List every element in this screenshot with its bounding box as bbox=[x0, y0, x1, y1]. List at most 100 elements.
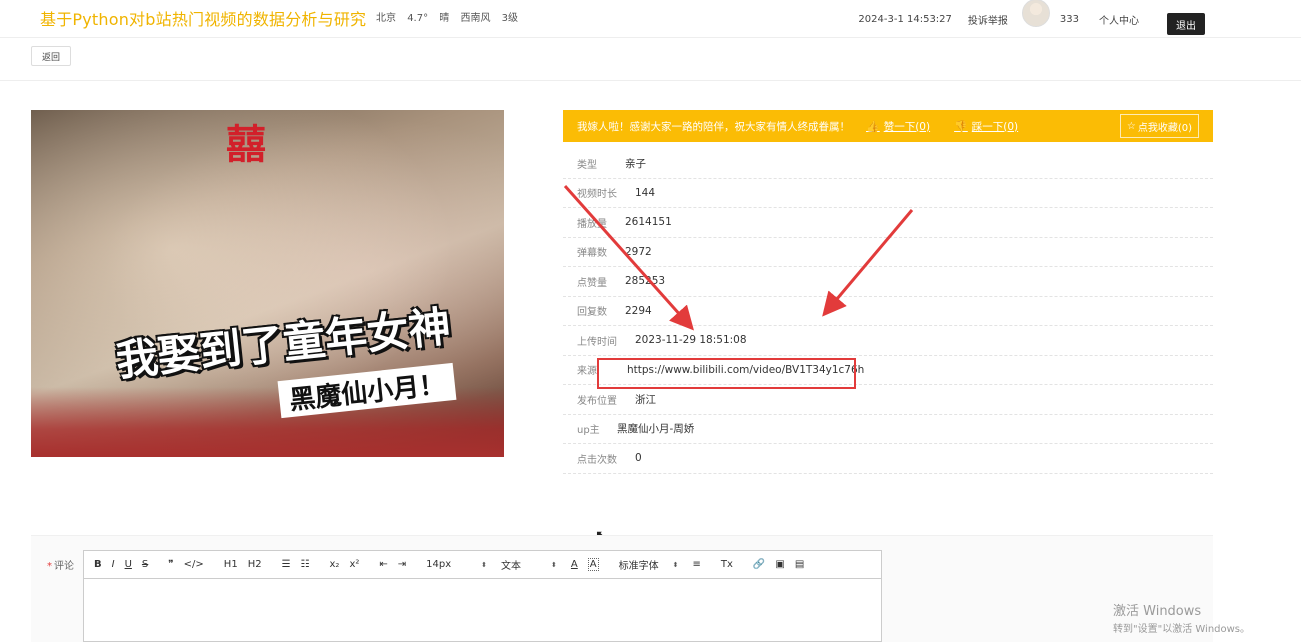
ordered-list-icon[interactable]: ☰ bbox=[282, 559, 291, 570]
detail-value: 2614151 bbox=[625, 216, 672, 229]
divider bbox=[0, 80, 1301, 81]
detail-value: 黑魔仙小月-周娇 bbox=[617, 423, 695, 436]
weather-city: 北京 bbox=[376, 13, 396, 24]
current-datetime: 2024-3-1 14:53:27 bbox=[858, 13, 952, 25]
weather-level: 3级 bbox=[501, 13, 519, 24]
detail-value: 亲子 bbox=[625, 157, 646, 170]
comment-editor: B I U S ❞ </> H1 H2 ☰ ☷ x₂ x² ⇤ ⇥ 14px ⬍ … bbox=[83, 550, 882, 642]
quote-icon[interactable]: ❞ bbox=[168, 559, 173, 570]
cover-xi-char: 囍 bbox=[226, 122, 266, 168]
detail-row-location: 发布位置 浙江 bbox=[563, 385, 1213, 415]
editor-body[interactable] bbox=[84, 579, 881, 641]
detail-value: 2294 bbox=[625, 304, 652, 317]
avatar[interactable] bbox=[1021, 0, 1050, 27]
h2-button[interactable]: H2 bbox=[248, 559, 262, 570]
required-mark: * bbox=[47, 561, 52, 572]
image-icon[interactable]: ▣ bbox=[775, 559, 784, 570]
detail-value: 浙江 bbox=[635, 393, 656, 406]
comment-label-text: 评论 bbox=[54, 561, 74, 572]
thumbs-down-icon: 👎 bbox=[954, 119, 968, 133]
detail-label: 发布位置 bbox=[577, 395, 617, 407]
detail-label: 点赞量 bbox=[577, 277, 607, 289]
bg-color-button[interactable]: A bbox=[587, 558, 599, 571]
highlight-box bbox=[597, 358, 856, 389]
align-icon[interactable]: ≡ bbox=[692, 559, 700, 570]
h1-button[interactable]: H1 bbox=[224, 559, 238, 570]
detail-row-upload-time: 上传时间 2023-11-29 18:51:08 bbox=[563, 326, 1213, 356]
detail-value: 144 bbox=[635, 186, 656, 199]
font-family-value: 标准字体 bbox=[618, 561, 659, 572]
detail-label: 点击次数 bbox=[577, 454, 617, 466]
video-cover-image: 囍 我娶到了童年女神 黑魔仙小月！ bbox=[31, 110, 504, 457]
detail-label: 回复数 bbox=[577, 307, 607, 319]
detail-row-replies: 回复数 2294 bbox=[563, 297, 1213, 326]
select-arrow-icon: ⬍ bbox=[481, 560, 488, 569]
favorite-label: 点我收藏(0) bbox=[1137, 122, 1192, 134]
indent-icon[interactable]: ⇥ bbox=[398, 559, 406, 570]
weather-temp: 4.7° bbox=[407, 13, 429, 24]
detail-value: 2972 bbox=[625, 245, 652, 258]
detail-label: 类型 bbox=[577, 159, 597, 171]
outdent-icon[interactable]: ⇤ bbox=[379, 559, 387, 570]
comment-label: * 评论 bbox=[47, 557, 74, 572]
video-icon[interactable]: ▤ bbox=[795, 559, 804, 570]
strike-button[interactable]: S bbox=[142, 559, 148, 570]
weather-wind: 西南风 bbox=[460, 13, 491, 24]
superscript-button[interactable]: x² bbox=[349, 559, 359, 570]
link-icon[interactable]: 🔗 bbox=[753, 559, 765, 570]
code-icon[interactable]: </> bbox=[184, 559, 204, 570]
select-arrow-icon: ⬍ bbox=[551, 560, 557, 569]
like-label: 赞一下(0) bbox=[883, 120, 931, 133]
detail-label: 播放量 bbox=[577, 218, 607, 230]
detail-row-type: 类型 亲子 bbox=[563, 149, 1213, 179]
weather-info: 北京 4.7° 晴 西南风 3级 bbox=[376, 9, 526, 24]
detail-label: up主 bbox=[577, 425, 600, 437]
italic-button[interactable]: I bbox=[112, 559, 115, 570]
text-color-button[interactable]: A bbox=[571, 559, 578, 570]
detail-label: 上传时间 bbox=[577, 336, 617, 348]
detail-row-clicks: 点击次数 0 bbox=[563, 444, 1213, 474]
detail-label: 弹幕数 bbox=[577, 248, 607, 260]
user-nav: 2024-3-1 14:53:27 投诉举报 333 个人中心 bbox=[858, 0, 1155, 38]
notice-message: 我嫁人啦！感谢大家一路的陪伴，祝大家有情人终成眷属！ bbox=[577, 120, 850, 133]
detail-value: 2023-11-29 18:51:08 bbox=[635, 334, 747, 347]
bold-button[interactable]: B bbox=[94, 559, 102, 570]
font-family-select[interactable]: 标准字体 ⬍ bbox=[618, 557, 679, 573]
clear-format-icon[interactable]: Tx bbox=[721, 559, 733, 570]
like-button[interactable]: 👍 赞一下(0) bbox=[866, 119, 930, 134]
underline-button[interactable]: U bbox=[125, 559, 132, 570]
detail-row-likes: 点赞量 285253 bbox=[563, 267, 1213, 297]
detail-row-uploader: up主 黑魔仙小月-周娇 bbox=[563, 415, 1213, 444]
detail-row-duration: 视频时长 144 bbox=[563, 179, 1213, 208]
user-id: 333 bbox=[1059, 13, 1079, 25]
top-bar: 基于Python对b站热门视频的数据分析与研究 北京 4.7° 晴 西南风 3级… bbox=[0, 0, 1301, 38]
user-center-link[interactable]: 个人中心 bbox=[1099, 12, 1139, 27]
font-size-value: 14px bbox=[426, 559, 452, 570]
thumbs-up-icon: 👍 bbox=[866, 119, 880, 133]
detail-row-danmaku: 弹幕数 2972 bbox=[563, 238, 1213, 267]
subscript-button[interactable]: x₂ bbox=[330, 559, 340, 570]
detail-value: 285253 bbox=[625, 275, 666, 288]
weather-condition: 晴 bbox=[439, 13, 450, 24]
video-details: 类型 亲子 视频时长 144 播放量 2614151 弹幕数 2972 点赞量 28525… bbox=[563, 149, 1213, 474]
detail-row-views: 播放量 2614151 bbox=[563, 208, 1213, 238]
report-link[interactable]: 投诉举报 bbox=[968, 12, 1008, 27]
windows-watermark-title: 激活 Windows bbox=[1113, 604, 1202, 619]
site-title: 基于Python对b站热门视频的数据分析与研究 bbox=[40, 10, 367, 29]
windows-watermark-sub: 转到"设置"以激活 Windows。 bbox=[1113, 624, 1251, 635]
bullet-list-icon[interactable]: ☷ bbox=[301, 559, 310, 570]
star-icon: ☆ bbox=[1126, 120, 1136, 132]
font-size-select[interactable]: 14px ⬍ bbox=[426, 559, 487, 570]
detail-value: 0 bbox=[635, 452, 642, 465]
select-arrow-icon: ⬍ bbox=[672, 560, 679, 569]
text-style-select[interactable]: 文本 ⬍ bbox=[501, 557, 557, 573]
logout-button[interactable]: 退出 bbox=[1167, 13, 1205, 35]
notice-bar: 我嫁人啦！感谢大家一路的陪伴，祝大家有情人终成眷属！ 👍 赞一下(0) 👎 踩一下(… bbox=[563, 110, 1213, 142]
back-button[interactable]: 返回 bbox=[31, 46, 71, 66]
favorite-button[interactable]: ☆ 点我收藏(0) bbox=[1119, 114, 1199, 138]
text-style-value: 文本 bbox=[501, 561, 522, 572]
editor-toolbar: B I U S ❞ </> H1 H2 ☰ ☷ x₂ x² ⇤ ⇥ 14px ⬍ … bbox=[84, 551, 881, 579]
dislike-button[interactable]: 👎 踩一下(0) bbox=[954, 119, 1018, 134]
detail-label: 视频时长 bbox=[577, 189, 617, 201]
dislike-label: 踩一下(0) bbox=[971, 120, 1019, 133]
